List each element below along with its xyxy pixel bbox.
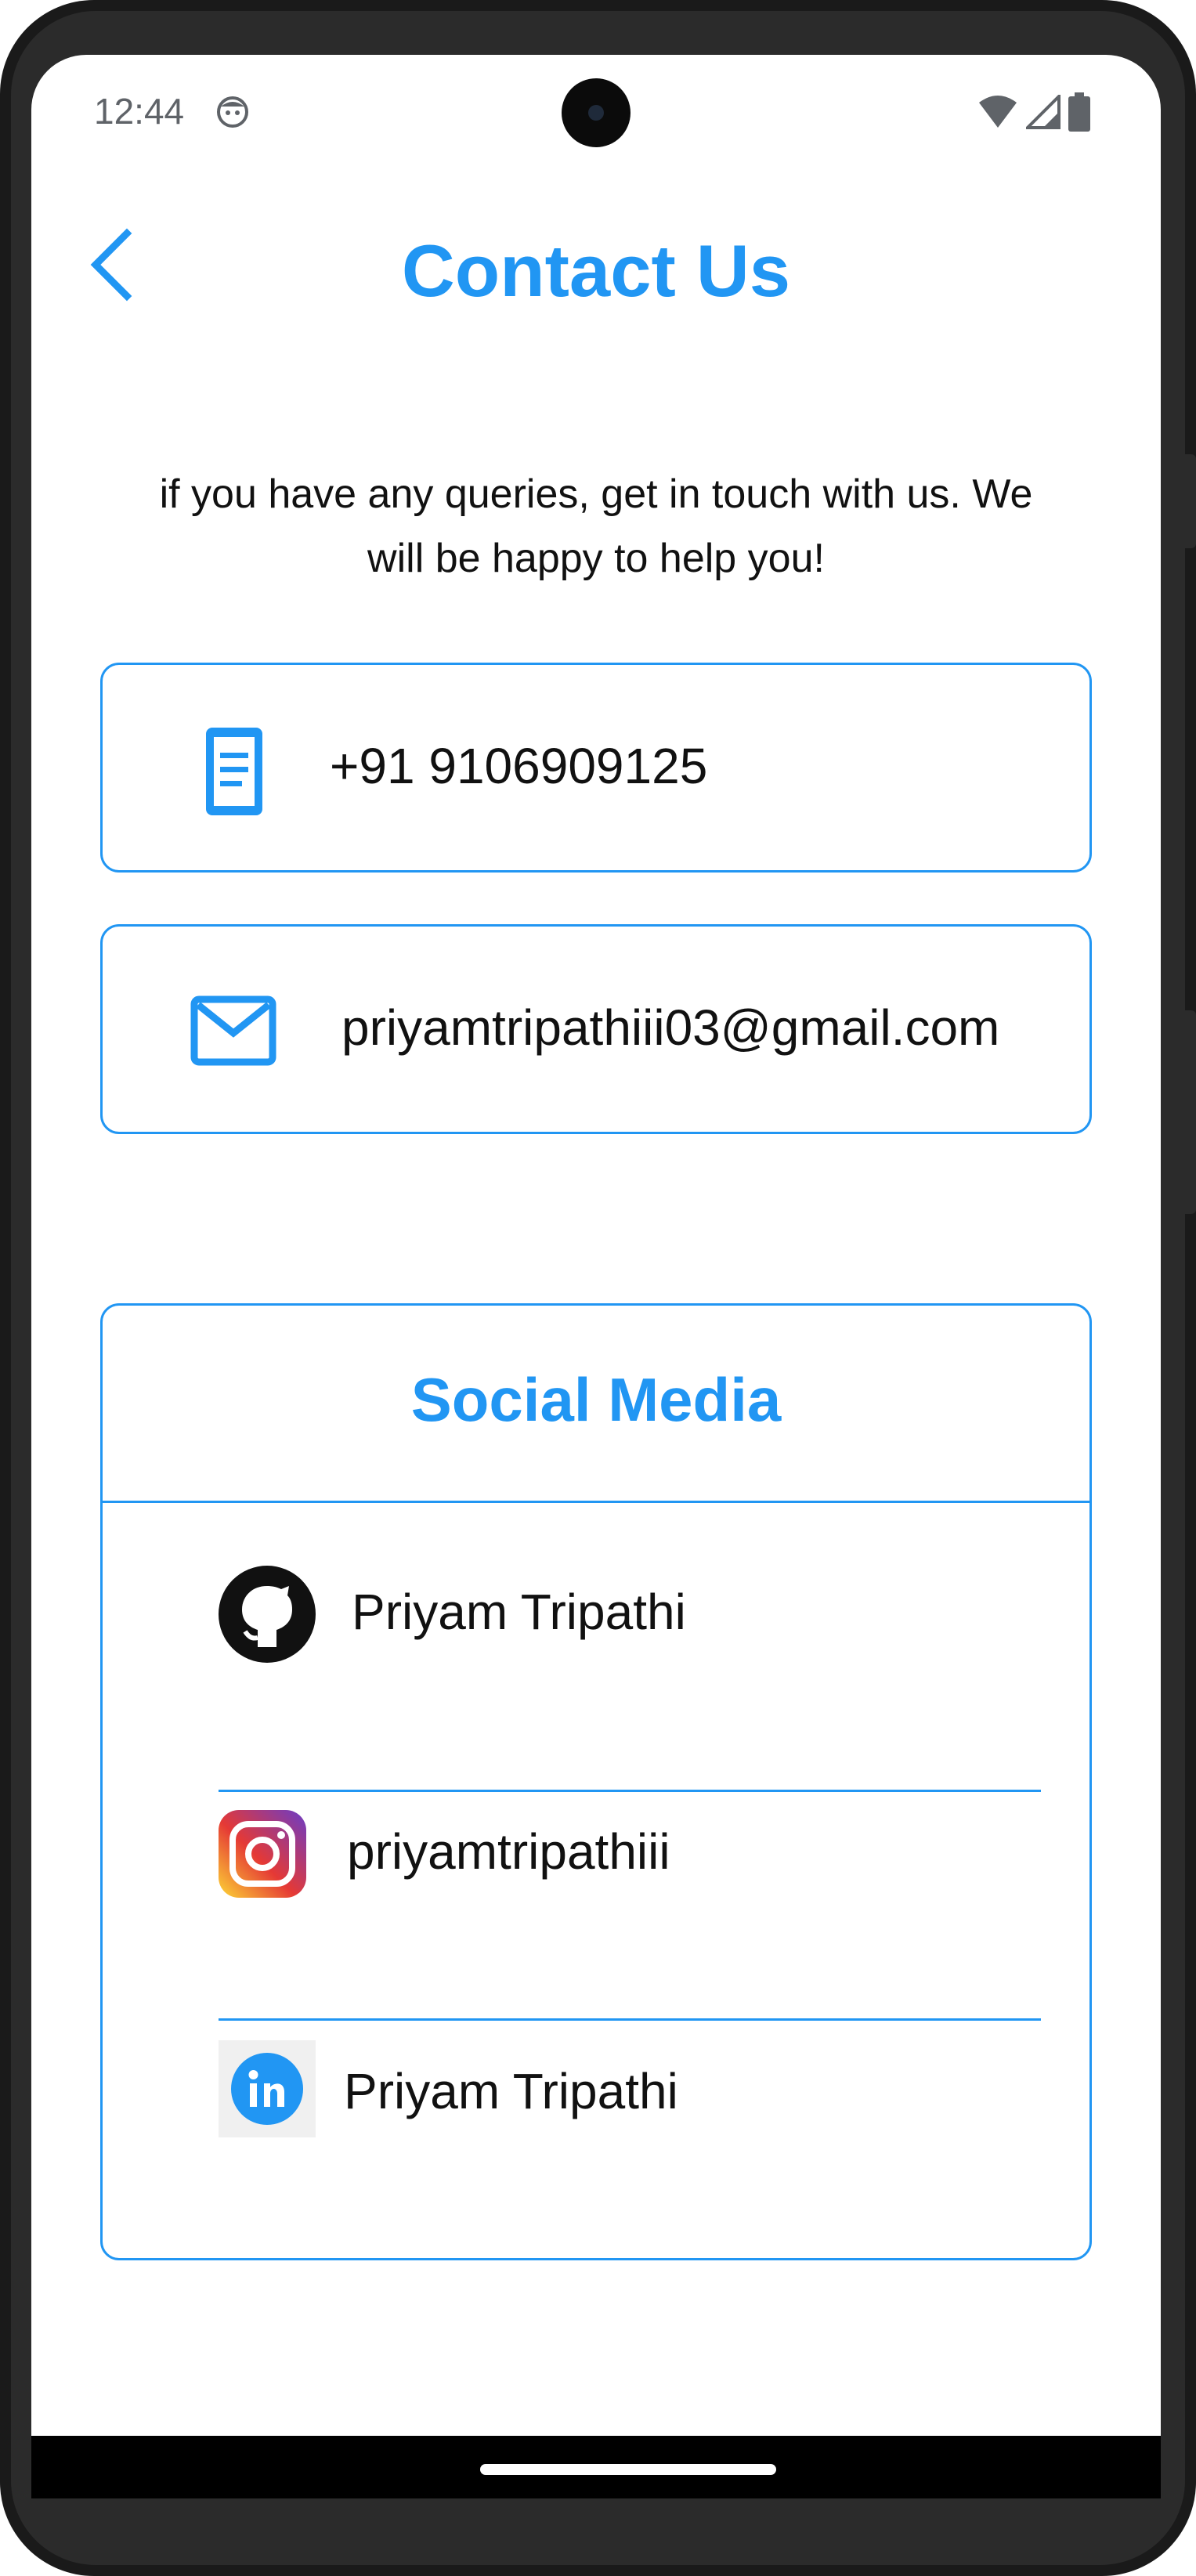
instagram-label: priyamtripathiii: [347, 1823, 670, 1880]
intro-text: if you have any queries, get in touch wi…: [159, 471, 1033, 581]
smartphone-icon: [206, 728, 262, 815]
linkedin-icon: [219, 2040, 316, 2137]
side-button: [1185, 454, 1196, 548]
mail-icon: [190, 995, 276, 1066]
wifi-icon: [979, 96, 1017, 128]
row-divider: [219, 2018, 1041, 2021]
email-address: priyamtripathiii03@gmail.com: [341, 999, 1000, 1056]
navigation-bar: [31, 2436, 1161, 2498]
email-card[interactable]: priyamtripathiii03@gmail.com: [100, 924, 1092, 1134]
status-bar: 12:44: [31, 55, 1161, 172]
app-header: Contact Us: [31, 196, 1161, 313]
battery-icon: [1068, 92, 1090, 132]
github-row[interactable]: Priyam Tripathi: [103, 1556, 1089, 1674]
phone-number: +91 9106909125: [330, 738, 708, 794]
screen: 12:44 Contact Us if you have any queries…: [31, 55, 1161, 2436]
status-time: 12:44: [94, 91, 185, 132]
home-gesture-handle[interactable]: [480, 2464, 776, 2475]
notification-icon: [217, 96, 248, 128]
page-title: Contact Us: [401, 229, 791, 312]
github-label: Priyam Tripathi: [352, 1584, 686, 1640]
side-button: [1185, 1010, 1196, 1214]
phone-frame: 12:44 Contact Us if you have any queries…: [0, 0, 1196, 2576]
phone-card[interactable]: +91 9106909125: [100, 663, 1092, 873]
linkedin-label: Priyam Tripathi: [344, 2063, 678, 2119]
front-camera: [562, 78, 631, 147]
github-icon: [219, 1566, 316, 1663]
status-icons: [977, 92, 1090, 132]
instagram-icon: [219, 1810, 306, 1898]
linkedin-row[interactable]: Priyam Tripathi: [103, 2040, 1089, 2158]
social-media-title: Social Media: [410, 1365, 782, 1434]
instagram-row[interactable]: priyamtripathiii: [103, 1807, 1089, 1924]
social-media-card: Social Media Priyam Tripathi priyamtripa…: [100, 1303, 1092, 2260]
social-header-divider: [103, 1501, 1089, 1503]
cellular-signal-icon: [1026, 95, 1061, 129]
row-divider: [219, 1790, 1041, 1792]
